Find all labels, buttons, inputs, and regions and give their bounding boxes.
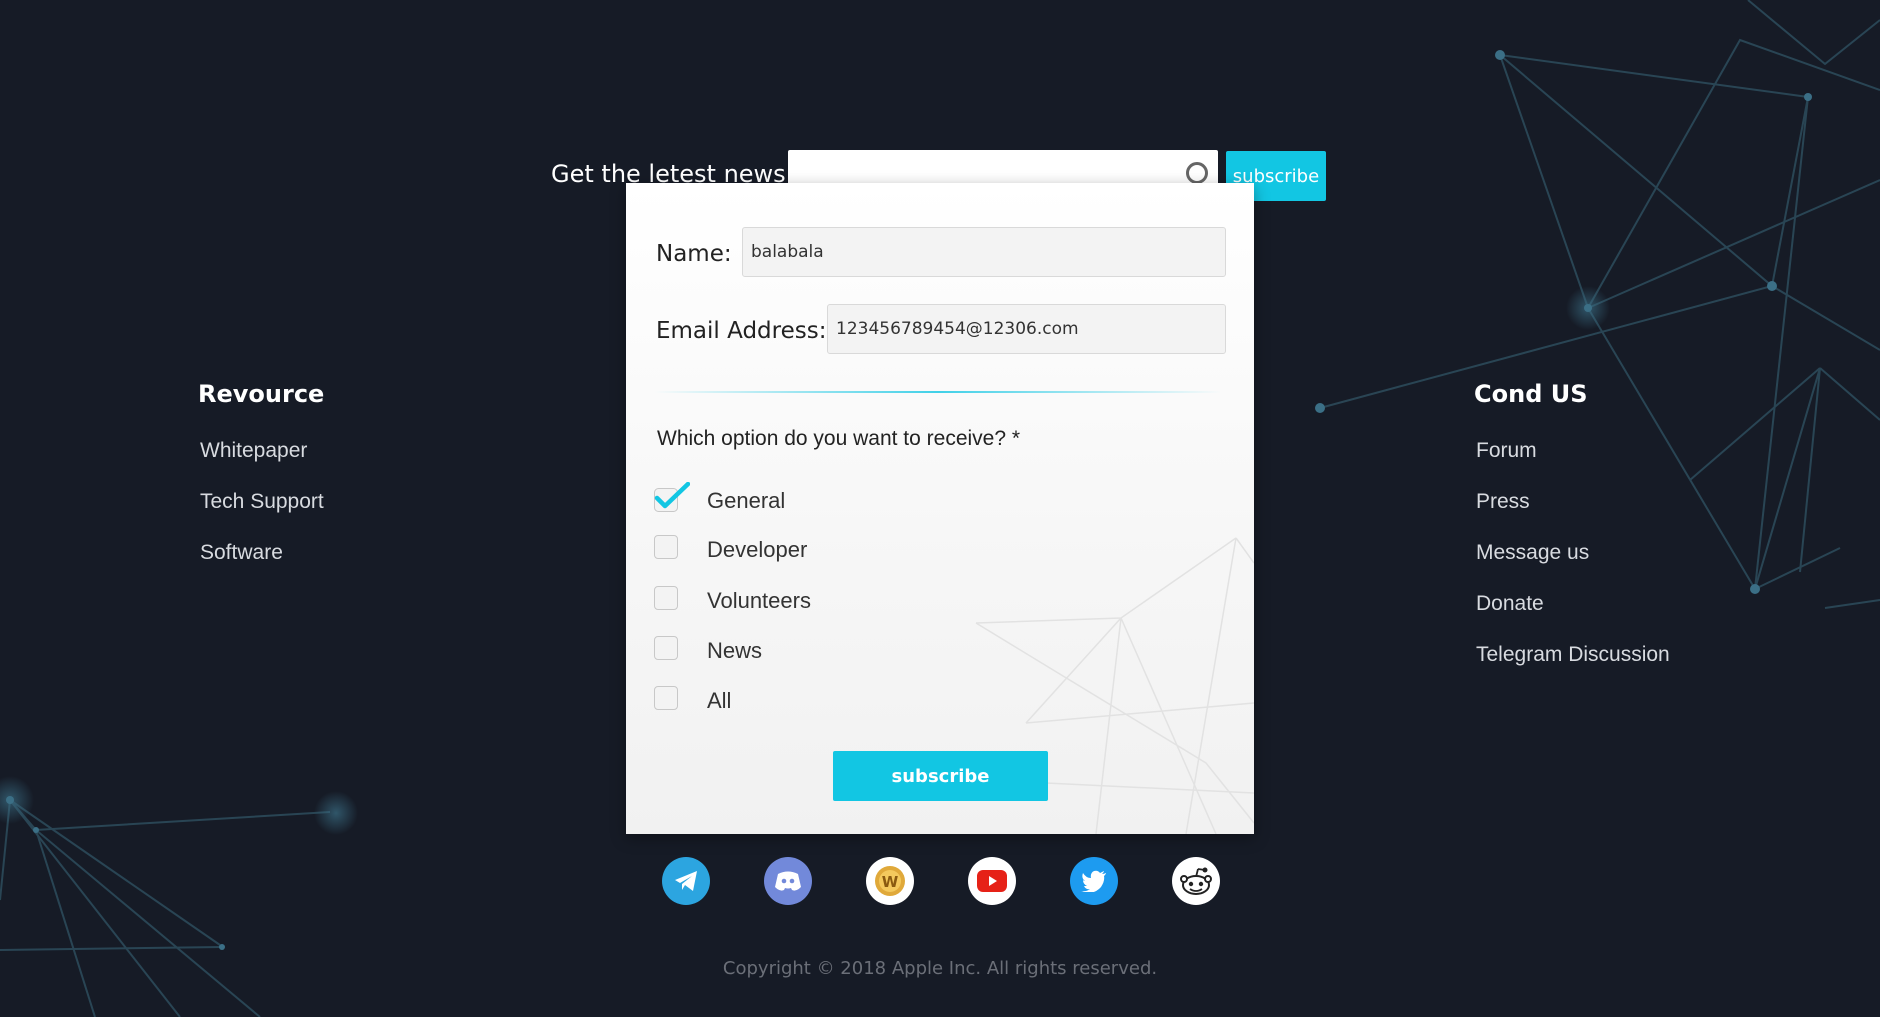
- svg-text:W: W: [882, 873, 899, 891]
- checkbox[interactable]: [654, 586, 678, 610]
- option-label: Developer: [707, 537, 808, 562]
- checkbox[interactable]: [654, 535, 678, 559]
- name-field[interactable]: [742, 227, 1226, 277]
- name-label: Name:: [656, 241, 732, 267]
- option-label: News: [707, 638, 763, 663]
- link-forum[interactable]: Forum: [1476, 438, 1670, 489]
- resource-column: Revource Whitepaper Tech Support Softwar…: [198, 380, 324, 591]
- email-field[interactable]: [827, 304, 1226, 354]
- telegram-icon[interactable]: [662, 857, 710, 905]
- link-whitepaper[interactable]: Whitepaper: [200, 438, 324, 489]
- modal-divider: [654, 391, 1222, 393]
- option-label: General: [707, 488, 786, 513]
- options-question: Which option do you want to receive? *: [657, 427, 1021, 450]
- contact-column: Cond US Forum Press Message us Donate Te…: [1474, 380, 1670, 693]
- link-software[interactable]: Software: [200, 540, 324, 591]
- email-label: Email Address:: [656, 318, 827, 344]
- twitter-icon[interactable]: [1070, 857, 1118, 905]
- link-tech-support[interactable]: Tech Support: [200, 489, 324, 540]
- link-telegram-discussion[interactable]: Telegram Discussion: [1476, 642, 1670, 693]
- checkbox[interactable]: [654, 686, 678, 710]
- link-press[interactable]: Press: [1476, 489, 1670, 540]
- subscribe-modal: Name: Email Address: Which option do you…: [626, 183, 1254, 834]
- checkmark-icon: [654, 482, 690, 512]
- option-label: All: [707, 688, 732, 713]
- search-icon: [1186, 162, 1208, 184]
- modal-subscribe-button[interactable]: subscribe: [833, 751, 1048, 801]
- coin-icon[interactable]: W: [866, 857, 914, 905]
- discord-icon[interactable]: [764, 857, 812, 905]
- link-message-us[interactable]: Message us: [1476, 540, 1670, 591]
- reddit-icon[interactable]: [1172, 857, 1220, 905]
- youtube-icon[interactable]: [968, 857, 1016, 905]
- option-label: Volunteers: [707, 588, 811, 613]
- contact-column-title: Cond US: [1474, 380, 1588, 408]
- checkbox[interactable]: [654, 636, 678, 660]
- copyright-text: Copyright © 2018 Apple Inc. All rights r…: [722, 958, 1158, 979]
- link-donate[interactable]: Donate: [1476, 591, 1670, 642]
- resource-column-title: Revource: [198, 380, 325, 408]
